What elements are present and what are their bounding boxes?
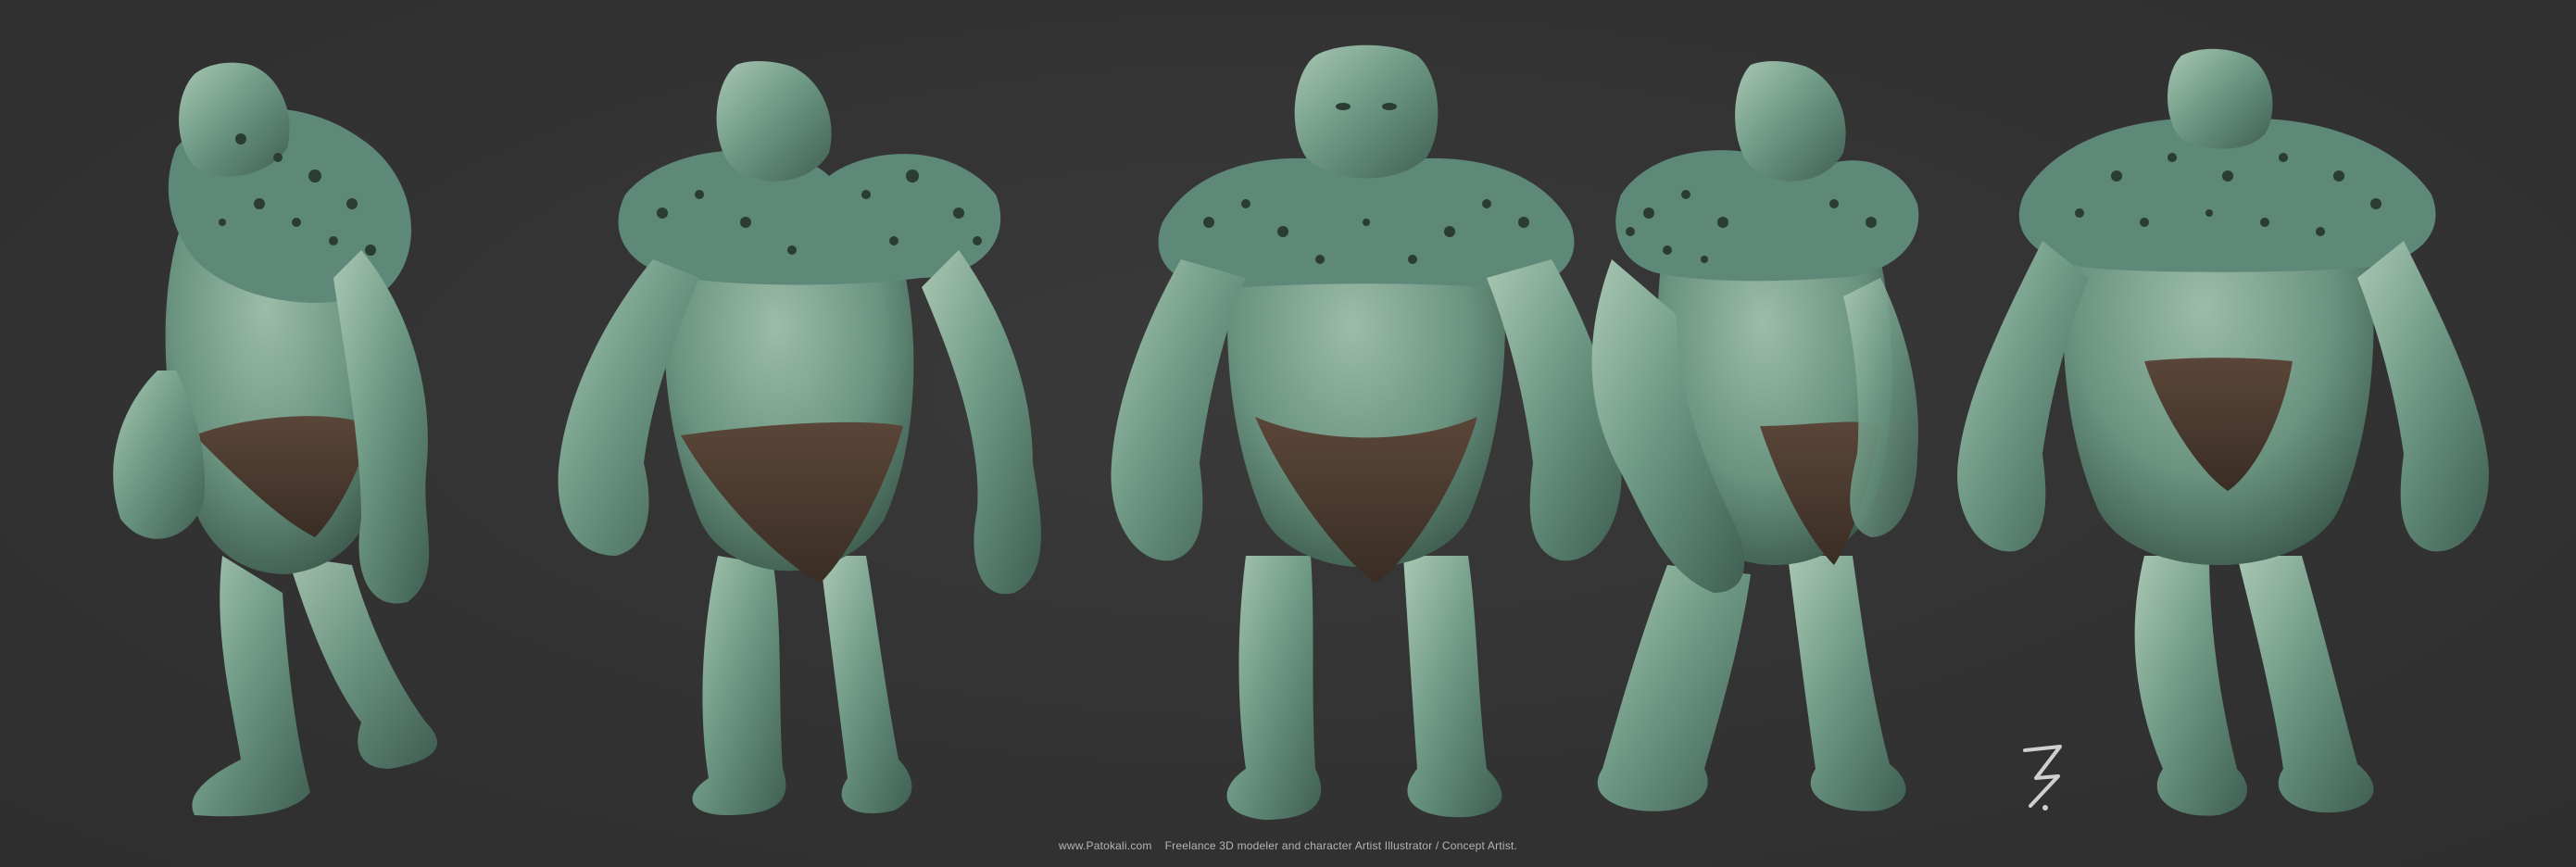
render-canvas: www.Patokali.com Freelance 3D modeler and… [0,0,2576,867]
creature-view-back [1931,37,2515,824]
creature-view-left-profile [56,37,500,824]
footer-site-link[interactable]: www.Patokali.com [1059,839,1152,852]
artist-signature-icon [2023,745,2062,810]
creature-view-front [1098,37,1635,824]
footer-credits: www.Patokali.com Freelance 3D modeler and… [0,839,2576,852]
creature-view-three-quarter-left [514,37,1107,824]
footer-tagline: Freelance 3D modeler and character Artis… [1164,839,1517,852]
creature-view-three-quarter-right [1565,37,1982,824]
